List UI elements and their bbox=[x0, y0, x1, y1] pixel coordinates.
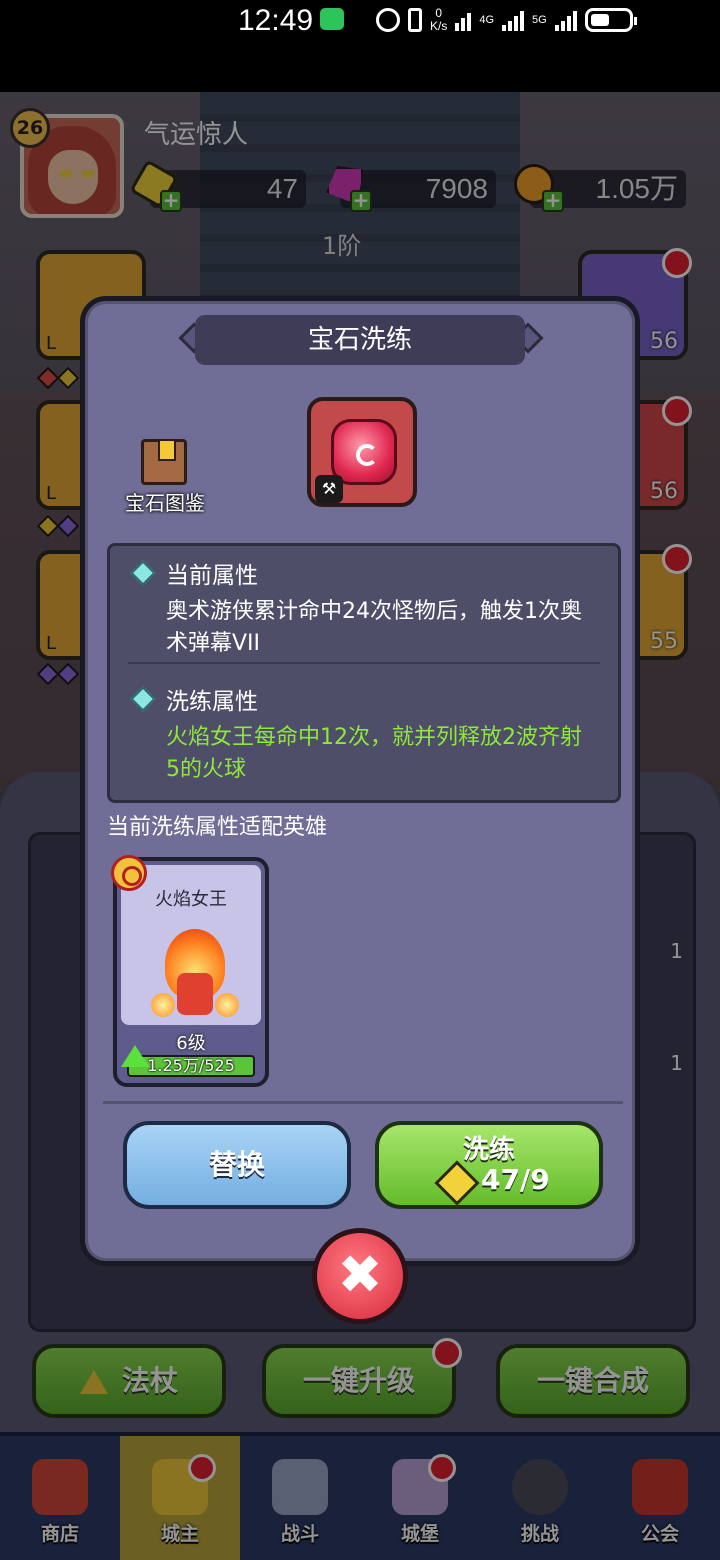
hero-body bbox=[177, 973, 213, 1015]
refine-cost: 47/9 bbox=[481, 1163, 550, 1196]
swirl-icon bbox=[356, 444, 378, 466]
status-icons: 0 K/s 4G 5G bbox=[376, 6, 637, 34]
refine-label: 洗练 bbox=[462, 1135, 515, 1165]
upgrade-arrow-icon bbox=[121, 1045, 149, 1067]
speed-unit: K/s bbox=[430, 19, 448, 33]
wifi-icon bbox=[455, 9, 472, 31]
refine-attribute-heading: 洗练属性 bbox=[166, 689, 258, 715]
network-type-1: 4G bbox=[479, 13, 495, 26]
diamond-bullet-icon bbox=[130, 560, 156, 586]
refine-button[interactable]: 洗练 47/9 bbox=[375, 1121, 603, 1209]
attribute-panel: 当前属性 奥术游侠累计命中24次怪物后，触发1次奥术弹幕VII 洗练属性 火焰女… bbox=[107, 543, 621, 803]
selected-gem-slot[interactable]: ⚒ bbox=[307, 397, 417, 507]
vibrate-icon bbox=[408, 8, 422, 32]
gem-codex-button[interactable]: 宝石图鉴 bbox=[115, 439, 215, 519]
dialog-divider bbox=[103, 1101, 623, 1104]
book-icon bbox=[141, 439, 187, 485]
network-speed: 0 K/s bbox=[430, 7, 447, 33]
signal-icon-1 bbox=[502, 9, 525, 31]
dialog-title: 宝石洗练 bbox=[307, 325, 412, 355]
refine-attribute-text: 火焰女王每命中12次，就并列释放2波齐射5的火球 bbox=[166, 725, 582, 782]
gem-codex-label: 宝石图鉴 bbox=[125, 491, 205, 515]
gold-gem-icon bbox=[434, 1160, 480, 1206]
signal-icon-2 bbox=[554, 9, 577, 31]
suitable-hero-label: 当前洗练属性适配英雄 bbox=[107, 815, 328, 840]
speed-value: 0 bbox=[435, 6, 443, 20]
status-bar: 12:49 0 K/s 4G 5G bbox=[0, 0, 720, 92]
diamond-bullet-icon bbox=[130, 686, 156, 712]
replace-button[interactable]: 替换 bbox=[123, 1121, 351, 1209]
current-attribute-heading: 当前属性 bbox=[166, 563, 258, 589]
close-button[interactable]: ✖ bbox=[312, 1228, 408, 1324]
attribute-divider bbox=[128, 662, 600, 664]
fireball-icon bbox=[151, 993, 175, 1017]
status-time: 12:49 bbox=[238, 4, 314, 37]
red-gem-icon bbox=[331, 419, 397, 485]
alarm-icon bbox=[376, 8, 400, 32]
wechat-icon bbox=[320, 8, 344, 30]
gem-refine-dialog: 宝石洗练 宝石图鉴 ⚒ 当前属性 奥术游侠累计命中24次怪物后，触发1次奥术弹幕… bbox=[80, 296, 640, 1266]
current-attribute-text: 奥术游侠累计命中24次怪物后，触发1次奥术弹幕VII bbox=[166, 599, 582, 656]
network-type-2: 5G bbox=[532, 13, 547, 26]
fireball-icon bbox=[215, 993, 239, 1017]
close-icon: ✖ bbox=[337, 1243, 383, 1306]
pickaxe-icon: ⚒ bbox=[315, 475, 343, 503]
battery-icon bbox=[584, 8, 637, 32]
replace-label: 替换 bbox=[208, 1148, 265, 1181]
hero-name: 火焰女王 bbox=[155, 889, 227, 910]
dialog-title-bar: 宝石洗练 bbox=[195, 315, 525, 365]
hero-card[interactable]: 火焰女王 6级 1.25万/525 bbox=[113, 857, 269, 1087]
target-icon bbox=[111, 855, 147, 891]
